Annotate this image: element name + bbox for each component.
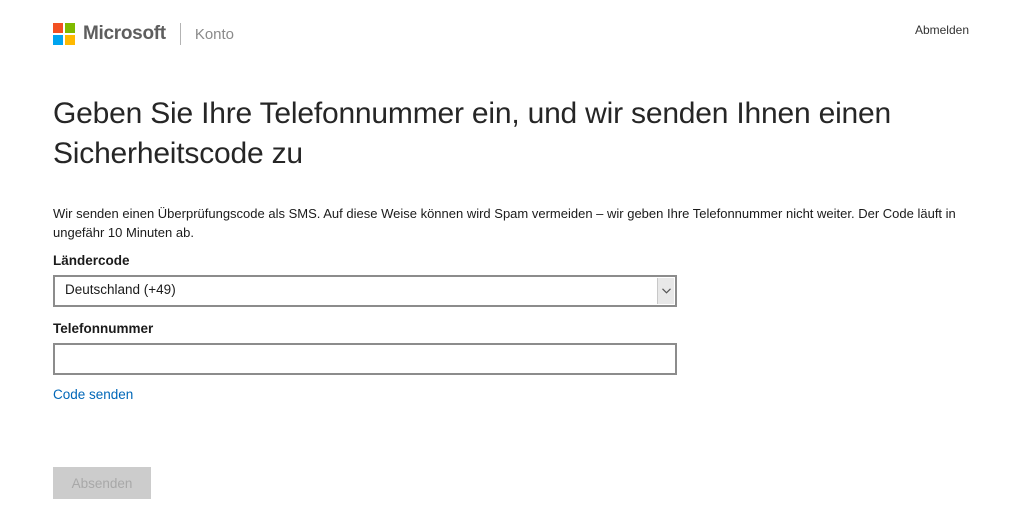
page: Microsoft Konto Abmelden Geben Sie Ihre … (0, 0, 1024, 511)
chevron-down-icon[interactable] (657, 278, 674, 304)
country-code-label: Ländercode (53, 253, 130, 268)
description-text: Wir senden einen Überprüfungscode als SM… (53, 206, 956, 240)
page-title: Geben Sie Ihre Telefonnummer ein, und wi… (53, 97, 892, 170)
submit-button[interactable]: Absenden (53, 467, 151, 499)
logo-square-yellow (65, 35, 75, 45)
phone-number-label: Telefonnummer (53, 321, 154, 336)
phone-number-input[interactable] (53, 343, 677, 375)
chevron-down-svg (661, 288, 671, 294)
brand-name: Microsoft (83, 23, 166, 44)
section-name: Konto (194, 25, 235, 43)
header: Microsoft Konto Abmelden (0, 0, 1024, 68)
microsoft-logo-icon (53, 23, 75, 45)
logo-square-blue (53, 35, 63, 45)
brand-divider (179, 23, 181, 45)
brand[interactable]: Microsoft Konto (53, 22, 234, 46)
logo-square-red (53, 23, 63, 33)
send-code-link[interactable]: Code senden (53, 387, 133, 402)
country-code-select[interactable]: Deutschland (+49) (53, 275, 677, 307)
main-content: Geben Sie Ihre Telefonnummer ein, und wi… (53, 94, 983, 404)
signout-link[interactable]: Abmelden (915, 23, 969, 37)
country-code-selected-value: Deutschland (+49) (65, 282, 176, 297)
logo-square-green (65, 23, 75, 33)
